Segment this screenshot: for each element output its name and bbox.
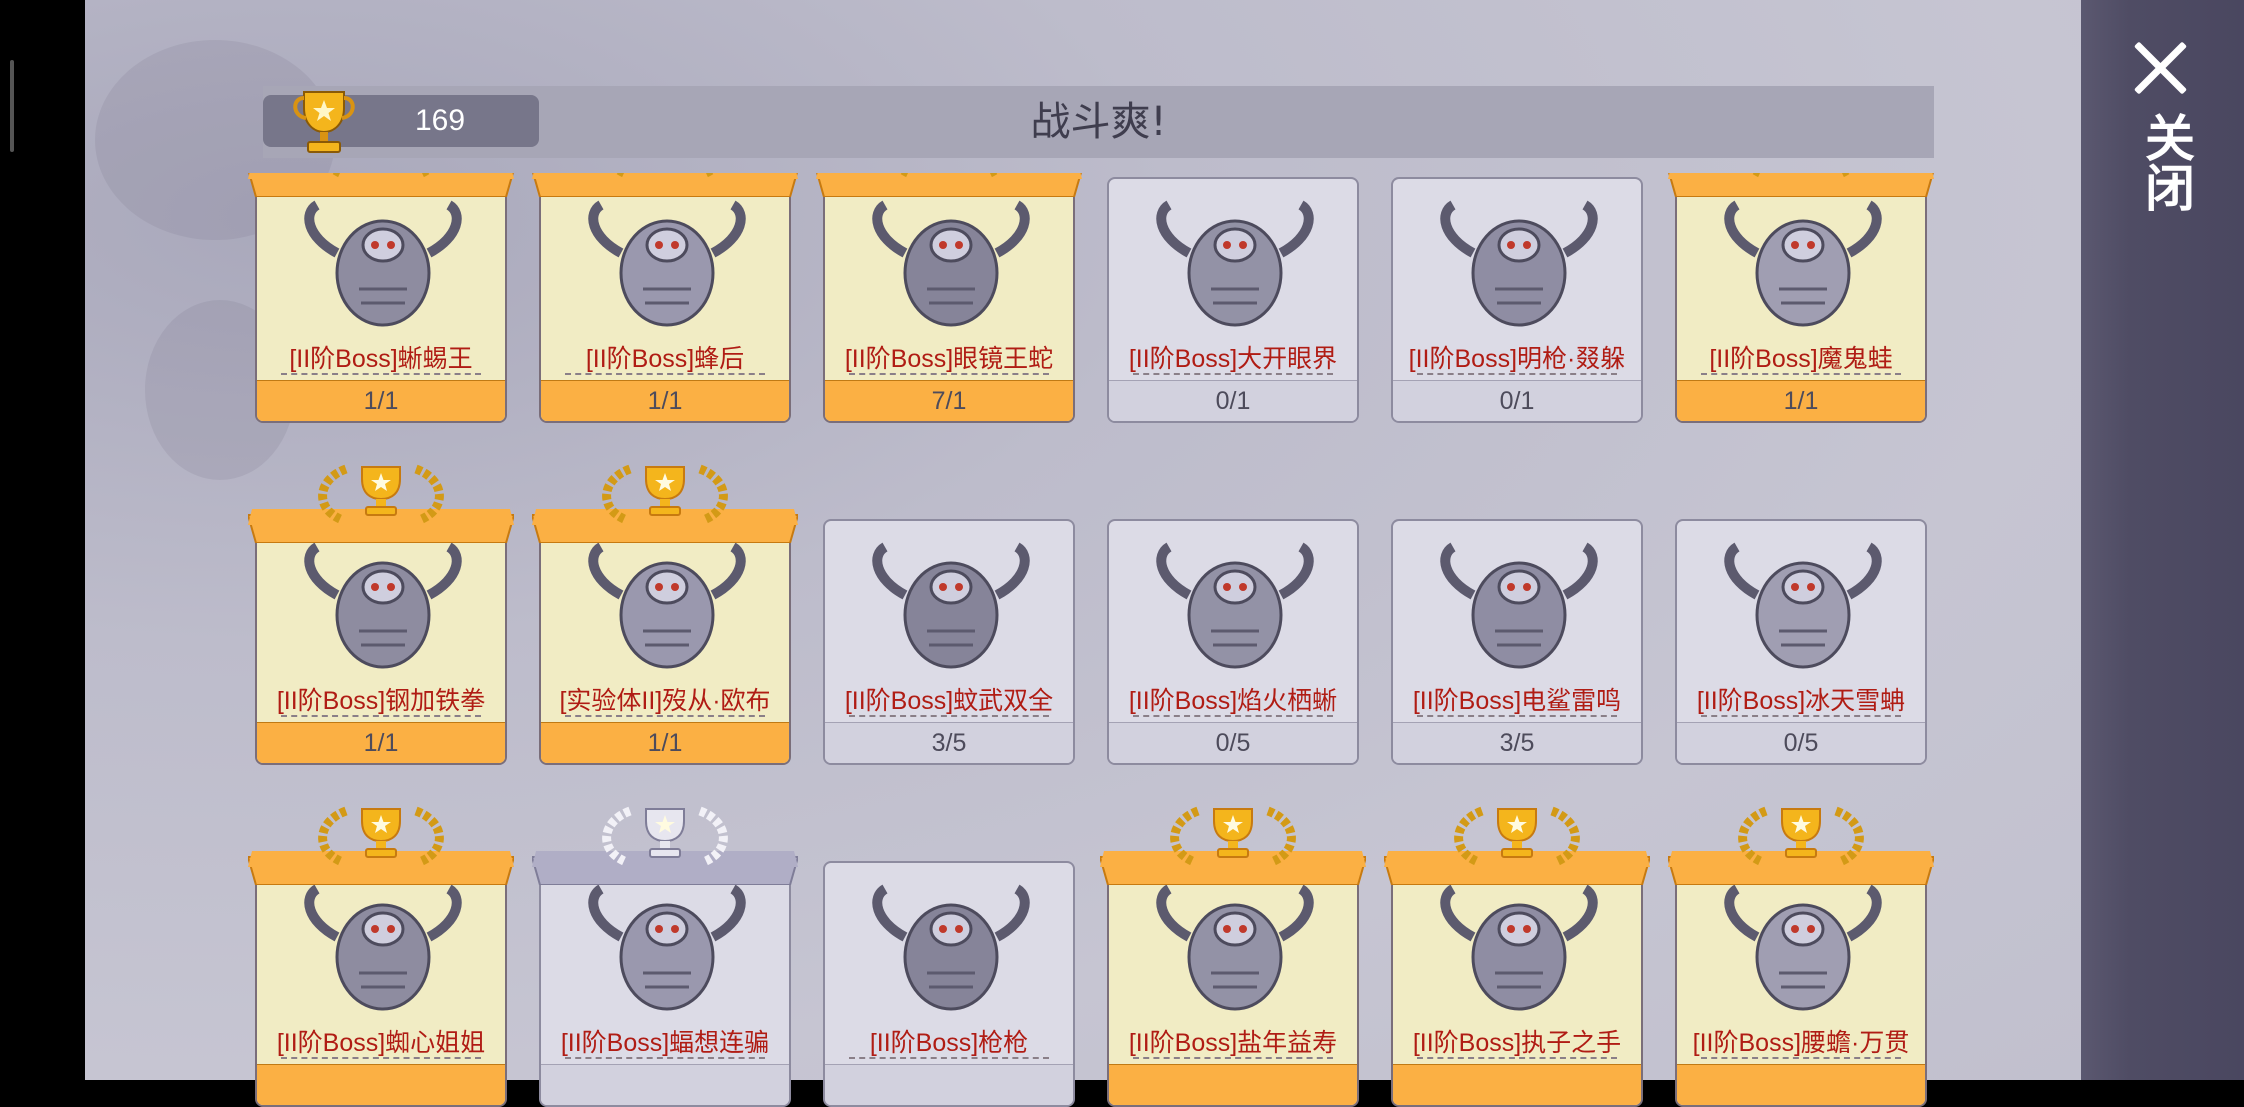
boss-name: [II阶Boss]电鲨雷鸣 bbox=[1393, 681, 1641, 721]
boss-card[interactable]: [II阶Boss]焰火栖蜥 0/5 bbox=[1107, 519, 1359, 765]
boss-portrait bbox=[283, 193, 483, 333]
boss-name: [II阶Boss]明枪·叕躲 bbox=[1393, 339, 1641, 379]
boss-portrait bbox=[567, 877, 767, 1017]
boss-card[interactable]: [II阶Boss]蝠想连骗 bbox=[539, 861, 791, 1107]
boss-name: [实验体II]歿从·欧布 bbox=[541, 681, 789, 721]
boss-name: [II阶Boss]眼镜王蛇 bbox=[825, 339, 1073, 379]
boss-progress bbox=[1677, 1064, 1925, 1105]
boss-card[interactable]: [II阶Boss]钢加铁拳 1/1 bbox=[255, 519, 507, 765]
boss-progress bbox=[1393, 1064, 1641, 1105]
boss-name: [II阶Boss]冰天雪蚺 bbox=[1677, 681, 1925, 721]
boss-name: [II阶Boss]腰蟾·万贯 bbox=[1677, 1023, 1925, 1063]
boss-card[interactable]: [II阶Boss]蜘心姐姐 bbox=[255, 861, 507, 1107]
boss-name: [II阶Boss]盐年益寿 bbox=[1109, 1023, 1357, 1063]
boss-progress: 0/5 bbox=[1109, 722, 1357, 763]
boss-progress bbox=[825, 1064, 1073, 1105]
boss-progress bbox=[541, 1064, 789, 1105]
boss-portrait bbox=[1419, 877, 1619, 1017]
boss-progress: 1/1 bbox=[1677, 380, 1925, 421]
boss-progress bbox=[1109, 1064, 1357, 1105]
boss-portrait bbox=[1419, 193, 1619, 333]
boss-portrait bbox=[1135, 535, 1335, 675]
left-edge bbox=[0, 0, 85, 1080]
close-label[interactable]: 关闭 bbox=[2134, 112, 2194, 212]
boss-portrait bbox=[1703, 535, 1903, 675]
boss-progress: 3/5 bbox=[1393, 722, 1641, 763]
boss-card[interactable]: [II阶Boss]魔鬼蛙 1/1 bbox=[1675, 177, 1927, 423]
boss-progress: 3/5 bbox=[825, 722, 1073, 763]
boss-card[interactable]: [II阶Boss]执子之手 bbox=[1391, 861, 1643, 1107]
boss-portrait bbox=[283, 877, 483, 1017]
boss-name: [II阶Boss]焰火栖蜥 bbox=[1109, 681, 1357, 721]
close-icon[interactable] bbox=[2130, 38, 2190, 98]
boss-portrait bbox=[851, 193, 1051, 333]
boss-progress: 0/5 bbox=[1677, 722, 1925, 763]
drag-handle[interactable] bbox=[10, 60, 14, 152]
boss-portrait bbox=[1703, 877, 1903, 1017]
boss-name: [II阶Boss]枪枪 bbox=[825, 1023, 1073, 1063]
boss-portrait bbox=[1135, 193, 1335, 333]
boss-portrait bbox=[567, 535, 767, 675]
boss-card[interactable]: [II阶Boss]电鲨雷鸣 3/5 bbox=[1391, 519, 1643, 765]
boss-name: [II阶Boss]蝠想连骗 bbox=[541, 1023, 789, 1063]
boss-card[interactable]: [II阶Boss]盐年益寿 bbox=[1107, 861, 1359, 1107]
boss-progress: 7/1 bbox=[825, 380, 1073, 421]
boss-name: [II阶Boss]大开眼界 bbox=[1109, 339, 1357, 379]
boss-card[interactable]: [II阶Boss]蜥蜴王 1/1 bbox=[255, 177, 507, 423]
boss-card[interactable]: [II阶Boss]大开眼界 0/1 bbox=[1107, 177, 1359, 423]
boss-card[interactable]: [II阶Boss]冰天雪蚺 0/5 bbox=[1675, 519, 1927, 765]
boss-name: [II阶Boss]魔鬼蛙 bbox=[1677, 339, 1925, 379]
page-title: 战斗爽! bbox=[1030, 99, 1167, 145]
boss-progress: 0/1 bbox=[1109, 380, 1357, 421]
boss-card[interactable]: [II阶Boss]蚊武双全 3/5 bbox=[823, 519, 1075, 765]
boss-progress: 0/1 bbox=[1393, 380, 1641, 421]
boss-portrait bbox=[851, 535, 1051, 675]
boss-card[interactable]: [实验体II]歿从·欧布 1/1 bbox=[539, 519, 791, 765]
boss-card[interactable]: [II阶Boss]蜂后 1/1 bbox=[539, 177, 791, 423]
boss-portrait bbox=[1135, 877, 1335, 1017]
boss-portrait bbox=[851, 877, 1051, 1017]
boss-card[interactable]: [II阶Boss]枪枪 bbox=[823, 861, 1075, 1107]
boss-card[interactable]: [II阶Boss]腰蟾·万贯 bbox=[1675, 861, 1927, 1107]
boss-progress: 1/1 bbox=[541, 722, 789, 763]
boss-card[interactable]: [II阶Boss]眼镜王蛇 7/1 bbox=[823, 177, 1075, 423]
boss-portrait bbox=[1703, 193, 1903, 333]
boss-name: [II阶Boss]执子之手 bbox=[1393, 1023, 1641, 1063]
boss-name: [II阶Boss]蚊武双全 bbox=[825, 681, 1073, 721]
boss-portrait bbox=[1419, 535, 1619, 675]
boss-portrait bbox=[567, 193, 767, 333]
boss-name: [II阶Boss]蜥蜴王 bbox=[257, 339, 505, 379]
boss-progress: 1/1 bbox=[541, 380, 789, 421]
boss-name: [II阶Boss]蜘心姐姐 bbox=[257, 1023, 505, 1063]
boss-progress: 1/1 bbox=[257, 380, 505, 421]
boss-name: [II阶Boss]钢加铁拳 bbox=[257, 681, 505, 721]
boss-progress: 1/1 bbox=[257, 722, 505, 763]
boss-card[interactable]: [II阶Boss]明枪·叕躲 0/1 bbox=[1391, 177, 1643, 423]
boss-progress bbox=[257, 1064, 505, 1105]
boss-name: [II阶Boss]蜂后 bbox=[541, 339, 789, 379]
boss-portrait bbox=[283, 535, 483, 675]
